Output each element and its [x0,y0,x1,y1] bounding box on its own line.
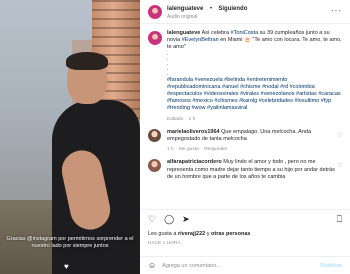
action-bar: ♡ ◯ ➤ ⎕ [140,209,350,225]
post-header: lalenguateve • Siguiendo Audio original … [140,0,350,24]
share-icon[interactable]: ➤ [182,215,190,224]
post-date: HACE 1 HORA [148,240,181,245]
comment-reply-button[interactable]: Responder [204,147,227,152]
comment-input[interactable]: Agrega un comentario... [162,263,320,269]
post-age: 1 h [188,116,196,122]
caption-username[interactable]: lalenguateve [167,30,200,36]
comment-username[interactable]: marielaoliveros1964 [167,129,220,135]
avatar[interactable] [148,128,161,142]
publish-button[interactable]: Publicar [320,263,342,269]
more-options-icon[interactable]: ··· [331,6,342,15]
caption-text: Así celebra [201,30,231,36]
person-hair [66,52,108,70]
heart-icon: ♥ [64,262,69,271]
bookmark-icon[interactable]: ⎕ [337,214,342,225]
post-caption: lalenguateve Así celebra #ToniCosta su 3… [140,25,350,123]
heart-icon[interactable]: ♡ [337,132,342,139]
heart-icon[interactable]: ♡ [337,162,342,169]
others-link[interactable]: otras personas [211,231,250,237]
avatar[interactable] [148,31,162,45]
header-username[interactable]: lalenguateve [167,6,203,12]
comment-username[interactable]: alfarapatriciacordero [167,159,222,165]
edited-label: Editado [167,116,184,122]
comment-like-button[interactable]: Me gusta [179,147,199,152]
caption-dots: . . . . . [167,50,169,77]
add-comment-bar: ☺ Agrega un comentario... Publicar [140,256,350,274]
separator: • [209,6,212,12]
following-button[interactable]: Siguiendo [218,6,247,12]
reel-video[interactable]: Gracias @instagram por permitirnos sorpr… [0,0,140,274]
post-details-pane: lalenguateve • Siguiendo Audio original … [140,0,350,274]
hashtags[interactable]: #farandula #venezuela #belinda #entreten… [167,77,342,113]
hashtag-link[interactable]: #ToniCosta [231,30,259,36]
video-caption: Gracias @instagram por permitirnos sorpr… [6,236,134,249]
comment-age: 1 h [167,147,174,153]
avatar[interactable] [148,4,162,19]
audio-label[interactable]: Audio original [167,13,247,21]
comment: marielaoliveros1964 Que empalago. Una me… [140,123,350,154]
comments-scroll-area[interactable]: lalenguateve Así celebra #ToniCosta su 3… [140,25,350,201]
heart-icon[interactable]: ♡ [148,215,156,224]
hashtag-link[interactable]: #EvelynBeltran [182,37,219,43]
comment-icon[interactable]: ◯ [164,215,174,224]
avatar[interactable] [148,159,161,173]
comment: alfarapatriciacordero Muy lindo el amor … [140,153,350,181]
likes-summary: Les gusta a riverajj222 y otras personas [148,231,251,237]
liker-username[interactable]: riverajj222 [178,231,205,237]
emoji-icon[interactable]: ☺ [148,261,156,270]
